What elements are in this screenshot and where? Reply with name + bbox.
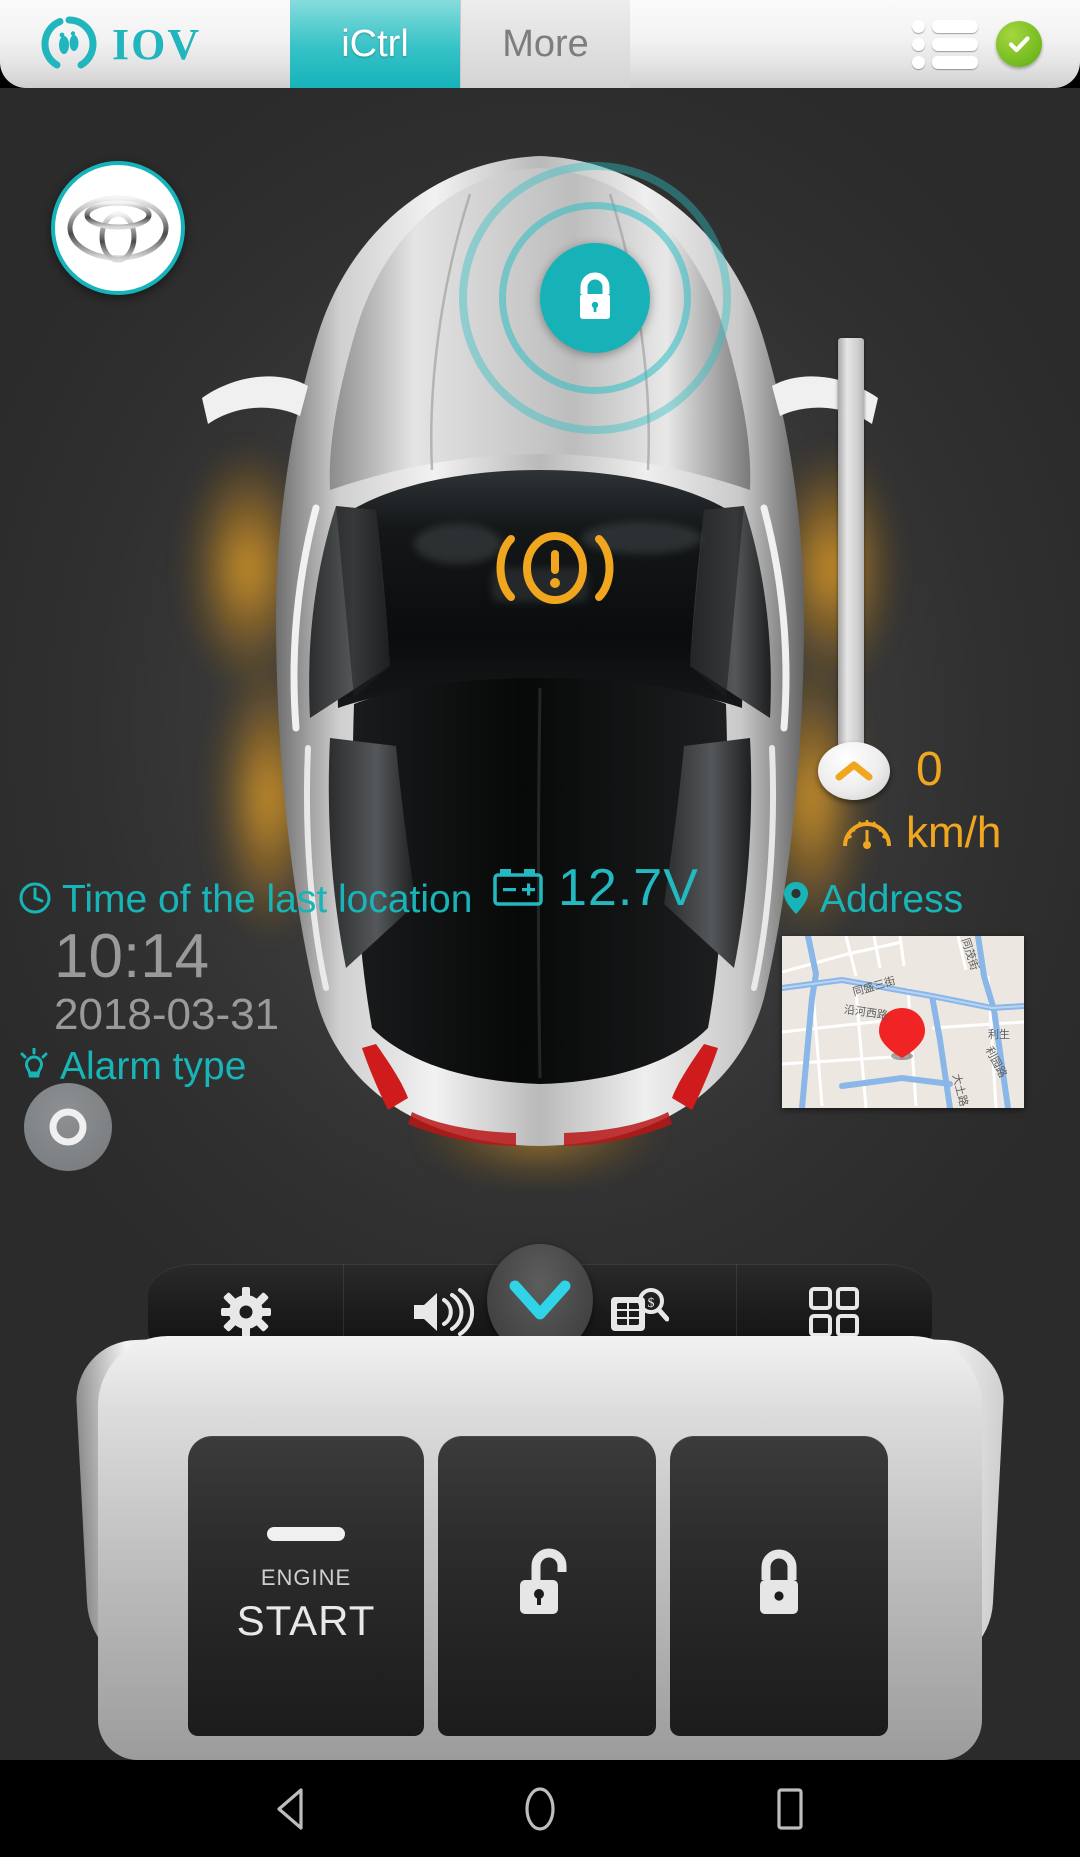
last-location-date: 2018-03-31 — [54, 990, 280, 1040]
last-location-panel: Time of the last location 10:14 2018-03-… — [18, 878, 538, 1089]
unlock-icon — [520, 1548, 567, 1614]
address-header: Address — [782, 878, 1042, 922]
map-street-label: 利生 — [988, 1028, 1010, 1041]
chevron-down-icon — [509, 1280, 571, 1320]
address-label: Address — [820, 878, 964, 921]
last-location-header: Time of the last location — [18, 878, 538, 922]
address-panel[interactable]: Address 同茂街 同盛三街 沿河西路 利生 利园路 大土路 — [782, 878, 1042, 1108]
map-thumbnail[interactable]: 同茂街 同盛三街 沿河西路 利生 利园路 大土路 — [782, 936, 1024, 1108]
engine-start-line2: START — [236, 1597, 376, 1644]
remote-fob: $ ENGINE START — [0, 1240, 1080, 1760]
speed-slider[interactable]: 0 km/h — [818, 338, 1020, 868]
app-header: IOV iCtrl More — [0, 0, 1080, 88]
alarm-type-label: Alarm type — [60, 1045, 247, 1089]
lock-control[interactable] — [459, 162, 731, 434]
speed-slider-track[interactable] — [838, 338, 864, 758]
tab-ictrl-label: iCtrl — [341, 22, 409, 65]
back-triangle-icon[interactable] — [260, 1779, 320, 1839]
tire-pressure-warning-icon — [485, 523, 625, 613]
lock-icon[interactable] — [540, 243, 650, 353]
alarm-type-badge[interactable] — [24, 1083, 112, 1171]
battery-voltage: 12.7V — [558, 859, 699, 917]
clock-icon — [18, 881, 52, 920]
tab-more-label: More — [502, 22, 589, 65]
map-pin-icon — [782, 880, 810, 921]
header-actions — [630, 0, 1080, 88]
check-circle-icon[interactable] — [996, 21, 1042, 67]
speed-value: 0 — [916, 743, 943, 796]
last-location-label: Time of the last location — [62, 878, 473, 921]
bulb-icon — [18, 1047, 50, 1087]
tab-ictrl[interactable]: iCtrl — [290, 0, 460, 88]
vehicle-stage: 12.7V 0 km/h Time of the last location 1… — [0, 88, 1080, 1760]
engine-start-button[interactable]: ENGINE START — [188, 1436, 424, 1736]
android-navbar — [0, 1760, 1080, 1857]
app-root: IOV iCtrl More 12.7V 0 km/h Time of the … — [0, 0, 1080, 1857]
lock-button[interactable] — [670, 1436, 888, 1736]
home-circle-icon[interactable] — [510, 1779, 570, 1839]
brand: IOV — [0, 0, 290, 88]
speed-slider-knob[interactable] — [818, 742, 890, 800]
alarm-type-header: Alarm type — [18, 1045, 538, 1089]
speed-unit: km/h — [906, 808, 1002, 857]
speedometer-icon — [840, 810, 894, 857]
list-icon[interactable] — [912, 19, 978, 69]
brand-label: IOV — [112, 19, 202, 69]
iov-logo-icon — [40, 15, 98, 73]
lock-icon — [760, 1549, 798, 1614]
chevron-up-icon — [835, 761, 873, 781]
fob-button-row: ENGINE START — [188, 1436, 892, 1736]
engine-start-line1: ENGINE — [260, 1565, 352, 1590]
recents-square-icon[interactable] — [760, 1779, 820, 1839]
svg-text:$: $ — [648, 1296, 655, 1311]
unlock-button[interactable] — [438, 1436, 656, 1736]
question-badge-icon — [49, 1108, 87, 1146]
last-location-time: 10:14 — [54, 922, 210, 991]
tab-more[interactable]: More — [460, 0, 630, 88]
dash-icon — [267, 1527, 345, 1541]
speed-unit-row: km/h — [840, 808, 1001, 858]
